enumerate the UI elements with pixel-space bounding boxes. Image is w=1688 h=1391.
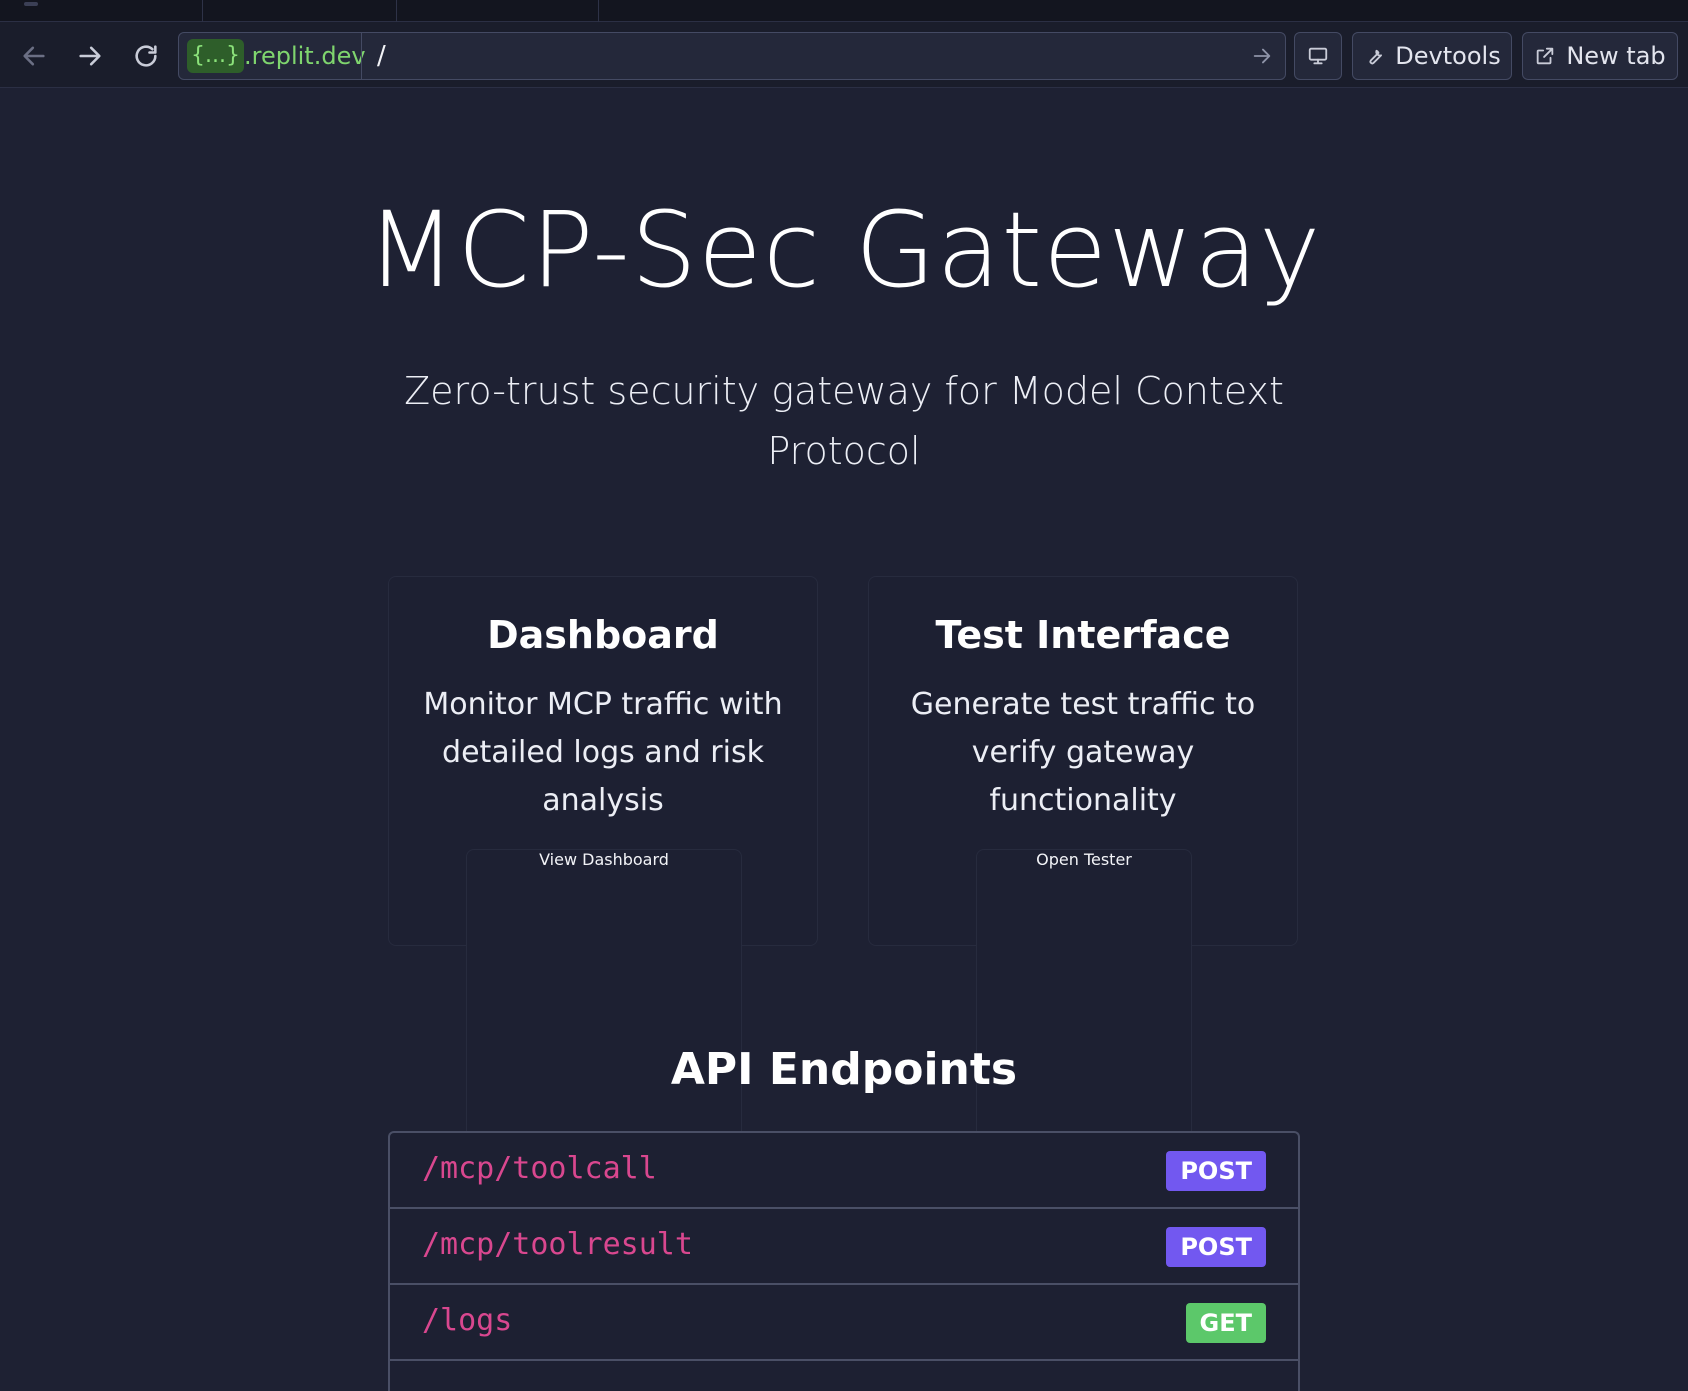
wrench-icon <box>1369 49 1383 65</box>
tab-divider <box>396 0 397 22</box>
new-tab-label: New tab <box>1566 42 1666 70</box>
endpoint-row: /mcp/toolcall POST <box>390 1133 1298 1209</box>
go-button[interactable] <box>1251 45 1273 67</box>
arrow-right-icon <box>1253 48 1271 64</box>
tab-divider <box>598 0 599 22</box>
url-host-badge: {...} <box>187 39 244 73</box>
arrow-left-icon <box>23 46 45 66</box>
method-badge: POST <box>1166 1227 1266 1267</box>
external-link-icon <box>1537 47 1554 65</box>
devtools-button[interactable]: Devtools <box>1352 32 1512 80</box>
card-description: Monitor MCP traffic with detailed logs a… <box>423 687 783 818</box>
page-content: MCP-Sec Gateway Zero-trust security gate… <box>0 89 1688 1391</box>
url-host-suffix: .replit.dev <box>243 42 366 70</box>
url-divider <box>361 33 362 79</box>
tab-favicon-icon <box>24 2 38 6</box>
device-preview-button[interactable] <box>1294 32 1342 80</box>
method-badge: GET <box>1185 1303 1266 1343</box>
api-endpoints-heading: API Endpoints <box>670 1044 1018 1095</box>
new-tab-button[interactable]: New tab <box>1522 32 1678 80</box>
back-button[interactable] <box>14 36 54 76</box>
endpoint-path: /mcp/toolresult <box>422 1227 693 1262</box>
devtools-label: Devtools <box>1395 42 1501 70</box>
card-title: Dashboard <box>487 613 719 657</box>
monitor-icon <box>1308 47 1328 65</box>
card-title: Test Interface <box>935 613 1231 657</box>
endpoint-row: /logs GET <box>390 1285 1298 1361</box>
tab-divider <box>202 0 203 22</box>
browser-tab-strip <box>0 0 1688 22</box>
reload-icon <box>135 45 157 67</box>
url-path-input[interactable]: / <box>377 41 386 71</box>
url-host: {...} .replit.dev <box>187 39 366 73</box>
page-subtitle: Zero-trust security gateway for Model Co… <box>404 369 1284 473</box>
endpoint-row: /mcp/toolresult POST <box>390 1209 1298 1285</box>
address-bar[interactable]: {...} .replit.dev / <box>178 32 1286 80</box>
api-endpoints-list: /mcp/toolcall POST /mcp/toolresult POST … <box>388 1131 1300 1391</box>
endpoint-path: /logs <box>422 1303 513 1338</box>
page-title: MCP-Sec Gateway <box>366 189 1322 311</box>
forward-button[interactable] <box>70 36 110 76</box>
endpoint-path: /mcp/toolcall <box>422 1151 657 1186</box>
reload-button[interactable] <box>126 36 166 76</box>
card-description: Generate test traffic to verify gateway … <box>910 687 1256 818</box>
arrow-right-icon <box>79 46 101 66</box>
browser-toolbar: {...} .replit.dev / Devtools New tab <box>0 22 1688 88</box>
method-badge: POST <box>1166 1151 1266 1191</box>
